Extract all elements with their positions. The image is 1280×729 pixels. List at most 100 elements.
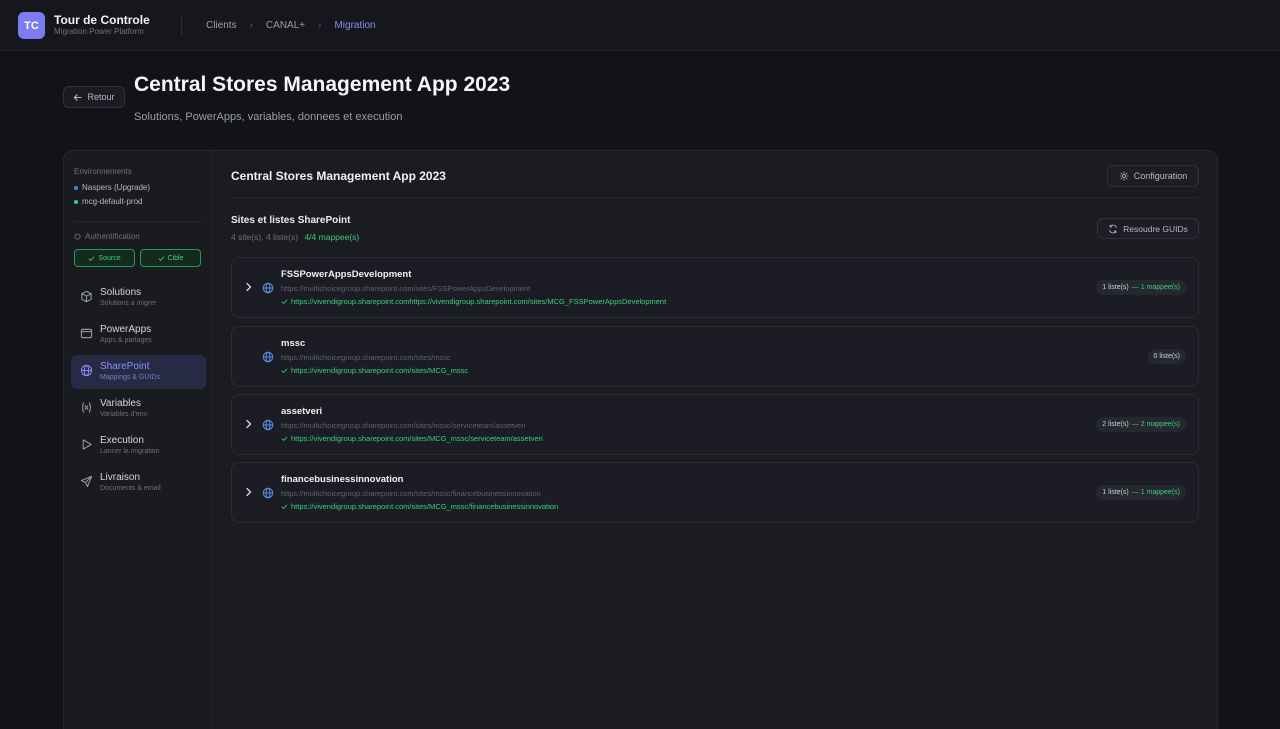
site-source-url: https://multichoicegroup.sharepoint.com/… — [281, 421, 526, 430]
site-source-url: https://multichoicegroup.sharepoint.com/… — [281, 489, 541, 498]
page-title: Central Stores Management App 2023 — [134, 73, 511, 96]
mapped-count: 4/4 mappee(s) — [304, 232, 360, 242]
sidebar-item-execution[interactable]: Execution Lancer la migration — [71, 429, 206, 463]
site-name: financebusinessinnovation — [281, 474, 404, 485]
app-logo[interactable]: TC — [18, 12, 45, 39]
box-icon — [80, 290, 94, 304]
sidebar-item-subtitle: Lancer la migration — [100, 448, 160, 455]
globe-icon — [262, 351, 274, 363]
page-subtitle: Solutions, PowerApps, variables, donnees… — [134, 111, 403, 123]
configuration-label: Configuration — [1133, 171, 1188, 181]
send-icon — [80, 475, 94, 489]
auth-label-text: Authentification — [85, 232, 140, 241]
main-divider — [231, 197, 1199, 198]
check-icon — [281, 367, 288, 374]
site-card[interactable]: FSSPowerAppsDevelopment https://multicho… — [231, 257, 1199, 318]
lists-badge: 0 liste(s) — [1147, 349, 1186, 364]
site-target-url-text: https://vivendigroup.sharepoint.com/site… — [291, 366, 469, 375]
check-icon — [281, 503, 288, 510]
auth-source-label: Source — [98, 254, 121, 262]
lists-count: 2 liste(s) — [1102, 421, 1129, 428]
auth-source-button[interactable]: Source — [74, 249, 135, 267]
environment-source: Naspers (Upgrade) — [74, 183, 150, 192]
chevron-right-icon: › — [249, 20, 253, 31]
breadcrumb-current: Migration — [334, 20, 376, 31]
breadcrumb-client[interactable]: CANAL+ — [266, 20, 305, 31]
breadcrumb-clients[interactable]: Clients — [206, 20, 237, 31]
globe-icon — [262, 487, 274, 499]
check-icon — [281, 435, 288, 442]
chevron-right-icon[interactable] — [245, 282, 253, 292]
window-icon — [80, 327, 94, 341]
environment-name: Naspers (Upgrade) — [82, 183, 151, 192]
environments-label: Environnements — [74, 167, 132, 176]
top-bar: TC Tour de Controle Migration Power Plat… — [0, 0, 1280, 51]
site-name: assetveri — [281, 406, 323, 417]
check-icon — [158, 255, 165, 262]
variable-icon — [80, 401, 94, 415]
site-card[interactable]: mssc https://multichoicegroup.sharepoint… — [231, 326, 1199, 387]
sidebar-item-subtitle: Apps & partages — [100, 337, 152, 344]
back-button[interactable]: Retour — [63, 86, 125, 108]
lists-badge: 2 liste(s) — 2 mappee(s) — [1096, 417, 1186, 432]
auth-label: Authentification — [74, 232, 140, 241]
lists-count: 1 liste(s) — [1102, 284, 1129, 291]
lists-count: 0 liste(s) — [1153, 353, 1180, 360]
sidebar-item-solutions[interactable]: Solutions Solutions a migrer — [71, 281, 206, 315]
lists-count: 1 liste(s) — [1102, 489, 1129, 496]
site-target-url-text: https://vivendigroup.sharepoint.comhttps… — [291, 297, 667, 306]
sidebar-item-title: Solutions — [100, 287, 142, 298]
sidebar-item-sharepoint[interactable]: SharePoint Mappings & GUIDs — [71, 355, 206, 389]
globe-icon — [80, 364, 94, 378]
sidebar-item-variables[interactable]: Variables Variables d'env. — [71, 392, 206, 426]
check-icon — [281, 298, 288, 305]
mapped-lists-count: — 1 mappee(s) — [1131, 489, 1180, 496]
refresh-icon — [1108, 224, 1118, 234]
globe-icon — [262, 419, 274, 431]
topbar-divider — [181, 15, 182, 35]
check-icon — [88, 255, 95, 262]
globe-icon — [262, 282, 274, 294]
chevron-right-icon: › — [318, 20, 322, 31]
auth-target-label: Cible — [167, 254, 184, 262]
gear-icon — [1119, 171, 1129, 181]
sidebar-item-livraison[interactable]: Livraison Documents & email — [71, 466, 206, 500]
play-icon — [80, 438, 94, 452]
sidebar-item-powerapps[interactable]: PowerApps Apps & partages — [71, 318, 206, 352]
sidebar-item-subtitle: Solutions a migrer — [100, 300, 157, 307]
section-title: Sites et listes SharePoint — [231, 215, 351, 226]
resolve-guids-label: Resoudre GUIDs — [1123, 223, 1188, 234]
environment-name: mcg-default-prod — [82, 197, 143, 206]
sidebar-item-title: Variables — [100, 398, 141, 409]
sidebar-item-title: Execution — [100, 435, 144, 446]
site-target-url: https://vivendigroup.sharepoint.com/site… — [281, 502, 558, 511]
sidebar-item-subtitle: Documents & email — [100, 485, 161, 492]
sidebar-item-title: Livraison — [100, 472, 141, 483]
auth-target-button[interactable]: Cible — [140, 249, 201, 267]
sidebar-item-title: PowerApps — [100, 324, 152, 335]
circle-icon — [74, 233, 81, 240]
resolve-guids-button[interactable]: Resoudre GUIDs — [1097, 218, 1199, 239]
breadcrumb: Clients › CANAL+ › Migration — [206, 20, 376, 31]
configuration-button[interactable]: Configuration — [1107, 165, 1199, 187]
site-target-url: https://vivendigroup.sharepoint.com/site… — [281, 434, 543, 443]
status-dot-icon — [74, 185, 78, 190]
environment-target: mcg-default-prod — [74, 197, 142, 206]
migration-panel: Environnements Naspers (Upgrade) mcg-def… — [63, 150, 1218, 729]
site-target-url: https://vivendigroup.sharepoint.comhttps… — [281, 297, 666, 306]
site-card[interactable]: assetveri https://multichoicegroup.share… — [231, 394, 1199, 455]
section-app-title: Central Stores Management App 2023 — [231, 169, 446, 183]
lists-badge: 1 liste(s) — 1 mappee(s) — [1096, 485, 1186, 500]
site-name: mssc — [281, 338, 306, 349]
section-stats: 4 site(s), 4 liste(s) 4/4 mappee(s) — [231, 232, 359, 242]
mapped-lists-count: — 2 mappee(s) — [1131, 421, 1180, 428]
lists-badge: 1 liste(s) — 1 mappee(s) — [1096, 280, 1186, 295]
site-source-url: https://multichoicegroup.sharepoint.com/… — [281, 353, 451, 362]
sidebar-item-title: SharePoint — [100, 361, 150, 372]
site-source-url: https://multichoicegroup.sharepoint.com/… — [281, 284, 531, 293]
chevron-right-icon[interactable] — [245, 487, 253, 497]
site-card[interactable]: financebusinessinnovation https://multic… — [231, 462, 1199, 523]
chevron-right-icon[interactable] — [245, 419, 253, 429]
site-target-url-text: https://vivendigroup.sharepoint.com/site… — [291, 502, 559, 511]
sidebar: Environnements Naspers (Upgrade) mcg-def… — [64, 151, 212, 729]
